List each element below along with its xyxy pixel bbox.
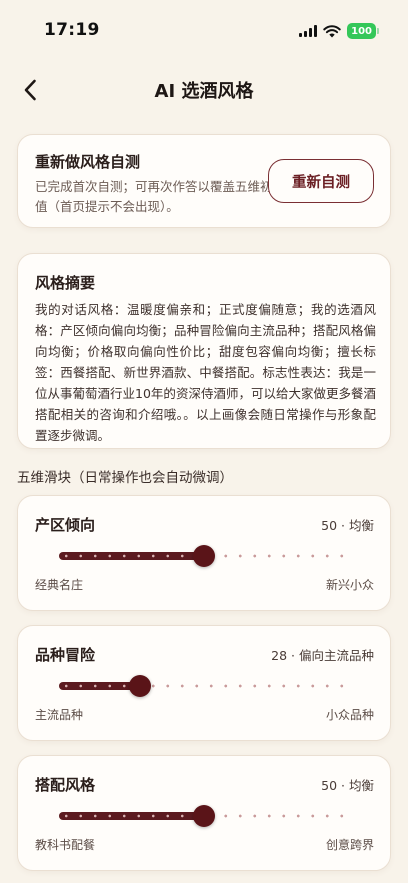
slider-card-region: 产区倾向 50 · 均衡 经典名庄 新兴小众 xyxy=(17,495,391,611)
retest-title: 重新做风格自测 xyxy=(35,153,141,171)
slider-track[interactable] xyxy=(59,545,349,567)
slider-value: 50 · 均衡 xyxy=(321,518,374,533)
retest-card: 重新做风格自测 已完成首次自测；可再次作答以覆盖五维初值（首页提示不会出现）。 … xyxy=(17,134,391,228)
battery-icon: 100 xyxy=(347,23,379,39)
slider-name: 产区倾向 xyxy=(35,516,96,534)
slider-value: 28 · 偏向主流品种 xyxy=(271,648,374,663)
track-fill-dots xyxy=(59,554,204,558)
retest-button[interactable]: 重新自测 xyxy=(268,159,374,203)
slider-name: 品种冒险 xyxy=(35,646,96,664)
slider-value: 50 · 均衡 xyxy=(321,778,374,793)
chevron-left-icon xyxy=(24,79,36,101)
style-summary-card: 风格摘要 我的对话风格：温暖度偏亲和；正式度偏随意；我的选酒风格：产区倾向偏向均… xyxy=(17,253,391,449)
back-button[interactable] xyxy=(16,76,44,104)
cellular-signal-icon xyxy=(299,25,318,37)
retest-description: 已完成首次自测；可再次作答以覆盖五维初值（首页提示不会出现）。 xyxy=(35,179,273,214)
slider-min-label: 经典名庄 xyxy=(35,578,84,592)
slider-thumb[interactable] xyxy=(193,545,215,567)
track-fill-dots xyxy=(59,684,141,688)
page-title: AI 选酒风格 xyxy=(154,81,254,102)
slider-card-variety: 品种冒险 28 · 偏向主流品种 主流品种 小众品种 xyxy=(17,625,391,741)
status-icons: 100 xyxy=(299,23,379,39)
slider-card-pairing: 搭配风格 50 · 均衡 教科书配餐 创意跨界 xyxy=(17,755,391,871)
track-fill-dots xyxy=(59,814,204,818)
summary-body: 我的对话风格：温暖度偏亲和；正式度偏随意；我的选酒风格：产区倾向偏向均衡；品种冒… xyxy=(35,302,376,443)
slider-thumb[interactable] xyxy=(193,805,215,827)
wifi-icon xyxy=(323,24,341,37)
status-time: 17:19 xyxy=(44,20,100,40)
slider-thumb[interactable] xyxy=(129,675,152,697)
slider-max-label: 创意跨界 xyxy=(325,838,374,852)
slider-max-label: 新兴小众 xyxy=(325,578,374,592)
sliders-section-label: 五维滑块（日常操作也会自动微调） xyxy=(17,470,233,486)
slider-min-label: 教科书配餐 xyxy=(35,838,96,852)
slider-max-label: 小众品种 xyxy=(325,708,374,722)
status-bar: 17:19 100 xyxy=(0,0,408,62)
nav-header: AI 选酒风格 xyxy=(0,62,408,118)
summary-title: 风格摘要 xyxy=(35,274,96,292)
slider-track[interactable] xyxy=(59,805,349,827)
slider-name: 搭配风格 xyxy=(35,776,96,794)
battery-level: 100 xyxy=(351,25,372,37)
slider-track[interactable] xyxy=(59,675,349,697)
slider-min-label: 主流品种 xyxy=(35,708,84,722)
